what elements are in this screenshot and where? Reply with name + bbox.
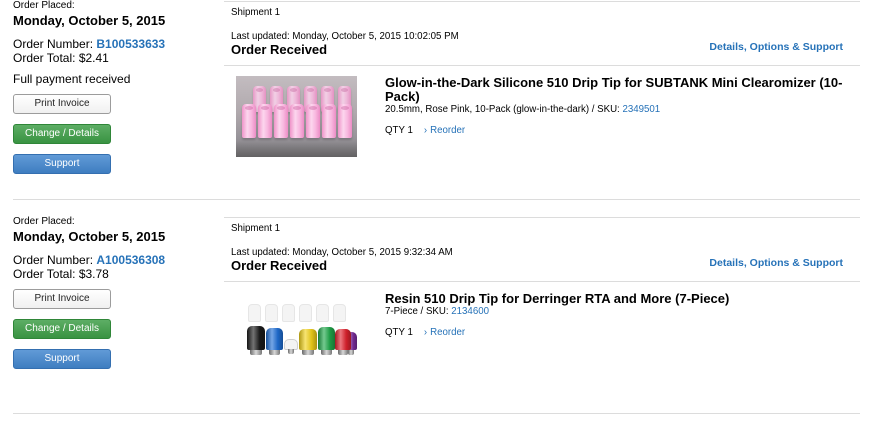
order-summary: Order Placed: Monday, October 5, 2015 Or… [13,216,213,369]
product-title-link[interactable]: Glow-in-the-Dark Silicone 510 Drip Tip f… [385,76,845,104]
qty-row: QTY 1 Reorder [385,125,845,137]
drip-tip [316,304,329,322]
drip-tip [290,104,304,138]
drip-tip [248,304,261,322]
order-total-value: $3.78 [78,267,109,281]
details-options-support-link[interactable]: Details, Options & Support [709,257,843,270]
reorder-link[interactable]: Reorder [424,327,465,338]
order-total-row: Order Total: $3.78 [13,267,213,281]
drip-tip [282,304,295,322]
order-total-label: Order Total: [13,267,76,281]
product-options: 7-Piece / SKU: 2134600 [385,306,845,318]
shipment-title: Shipment 1 [231,7,281,18]
print-invoice-button[interactable]: Print Invoice [13,94,111,114]
last-updated-label: Last updated: [231,31,290,42]
qty-row: QTY 1 Reorder [385,327,845,339]
last-updated-value: Monday, October 5, 2015 9:32:34 AM [292,247,453,258]
order-placed-label: Order Placed: [13,0,75,11]
shipment-card: Shipment 1 Last updated: Monday, October… [224,217,860,398]
qty-value: 1 [407,125,413,136]
shipment-status: Order Received [231,42,328,57]
order-summary: Order Placed: Monday, October 5, 2015 Or… [13,0,213,174]
shipment-card: Shipment 1 Last updated: Monday, October… [224,1,860,182]
divider [224,65,860,66]
order-number-label: Order Number: [13,253,94,267]
drip-tip [284,339,298,354]
product-image[interactable] [236,76,357,157]
product-title-link[interactable]: Resin 510 Drip Tip for Derringer RTA and… [385,292,845,306]
order-total-value: $2.41 [78,51,109,65]
qty-label: QTY [385,125,405,136]
last-updated: Last updated: Monday, October 5, 2015 10… [231,31,459,42]
qty-value: 1 [407,327,413,338]
reorder-link[interactable]: Reorder [424,125,465,136]
change-details-button[interactable]: Change / Details [13,124,111,144]
reorder-label: Reorder [430,327,466,338]
order-total-row: Order Total: $2.41 [13,51,213,65]
order-number-row: Order Number: A100536308 [13,253,213,267]
drip-tip [299,329,317,355]
product-info: Glow-in-the-Dark Silicone 510 Drip Tip f… [385,76,845,137]
drip-tip [322,104,336,138]
order-placed-date: Monday, October 5, 2015 [13,13,166,28]
product-image[interactable] [236,292,357,373]
drip-tip [265,304,278,322]
last-updated-label: Last updated: [231,247,290,258]
order-block: Order Placed: Monday, October 5, 2015 Or… [13,200,860,414]
product-info: Resin 510 Drip Tip for Derringer RTA and… [385,292,845,339]
reorder-label: Reorder [430,125,466,136]
drip-tip [266,328,283,355]
drip-tip [247,326,265,355]
qty-label: QTY [385,327,405,338]
payment-status: Full payment received [13,72,131,86]
drip-tip [335,329,351,355]
drip-tip [274,104,288,138]
support-button[interactable]: Support [13,349,111,369]
sku-label: SKU: [425,306,449,317]
sku-link[interactable]: 2349501 [622,104,660,115]
last-updated: Last updated: Monday, October 5, 2015 9:… [231,247,453,258]
drip-tip [333,304,346,322]
support-button[interactable]: Support [13,154,111,174]
order-number-row: Order Number: B100533633 [13,37,213,51]
product-options: 20.5mm, Rose Pink, 10-Pack (glow-in-the-… [385,104,845,116]
print-invoice-button[interactable]: Print Invoice [13,289,111,309]
last-updated-value: Monday, October 5, 2015 10:02:05 PM [292,31,459,42]
drip-tip [318,327,335,355]
order-actions: Print Invoice Change / Details Support [13,289,213,369]
product-options-text: 20.5mm, Rose Pink, 10-Pack (glow-in-the-… [385,104,595,115]
shipment-status: Order Received [231,258,328,273]
drip-tip [299,304,312,322]
divider [224,281,860,282]
product-options-text: 7-Piece / [385,306,424,317]
order-number-link[interactable]: B100533633 [96,37,165,51]
order-block: Order Placed: Monday, October 5, 2015 Or… [13,0,860,200]
drip-tip [338,104,352,138]
drip-tip [242,104,256,138]
drip-tip [306,104,320,138]
change-details-button[interactable]: Change / Details [13,319,111,339]
drip-tip [258,104,272,138]
shipment-title: Shipment 1 [231,223,281,234]
order-history-list: Order Placed: Monday, October 5, 2015 Or… [13,0,860,414]
order-placed-date: Monday, October 5, 2015 [13,229,166,244]
order-placed-label: Order Placed: [13,216,75,227]
sku-link[interactable]: 2134600 [451,306,489,317]
order-number-link[interactable]: A100536308 [96,253,165,267]
order-actions: Print Invoice Change / Details Support [13,94,213,174]
sku-label: SKU: [597,104,620,115]
order-total-label: Order Total: [13,51,76,65]
details-options-support-link[interactable]: Details, Options & Support [709,41,843,54]
order-number-label: Order Number: [13,37,94,51]
